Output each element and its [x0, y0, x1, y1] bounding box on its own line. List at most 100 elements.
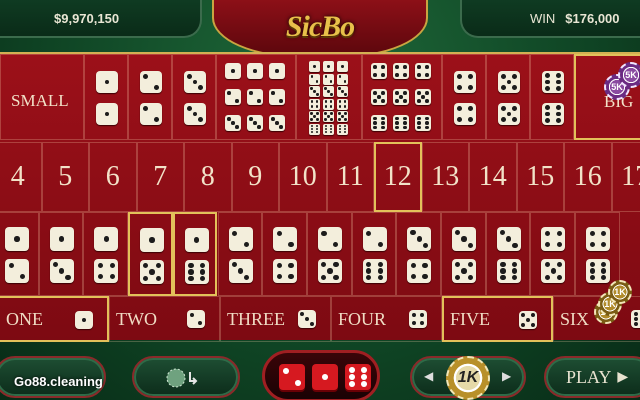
die-face-2 [228, 227, 253, 251]
die-face-4 [94, 259, 119, 283]
play-button[interactable]: PLAY ▶ [544, 356, 640, 398]
die-face-5 [323, 111, 334, 122]
total-bet-4[interactable]: 4 [0, 142, 42, 212]
pair-bet-1-2[interactable] [0, 212, 39, 296]
die-face-2 [187, 310, 205, 328]
total-bet-7[interactable]: 7 [136, 142, 184, 212]
die-face-6 [586, 259, 611, 283]
rebet-button[interactable] [132, 356, 240, 398]
die-face-1 [312, 364, 338, 390]
total-bet-10[interactable]: 10 [279, 142, 327, 212]
betting-board: SMALL BIG 4567891011121314151617 ONETWOT… [0, 52, 640, 342]
pair-bet-3-4[interactable] [396, 212, 441, 296]
double-bet-5[interactable] [486, 54, 530, 140]
die-face-3 [496, 227, 521, 251]
die-face-3 [247, 115, 263, 131]
triple-bets-right[interactable] [362, 54, 442, 140]
double-bet-2[interactable] [128, 54, 172, 140]
die-face-5 [519, 311, 537, 329]
single-bet-four[interactable]: FOUR [331, 296, 442, 342]
single-label: ONE [6, 308, 43, 329]
pair-bet-2-3[interactable] [217, 212, 263, 296]
triple-bets-left[interactable] [216, 54, 296, 140]
die-face-2 [269, 89, 285, 105]
die-face-4 [586, 227, 611, 251]
single-bet-five[interactable]: FIVE [442, 296, 553, 342]
die-face-2 [225, 89, 241, 105]
balance-amount: $9,970,150 [54, 10, 120, 26]
pair-bet-1-6[interactable] [172, 212, 218, 296]
die-face-4 [273, 259, 298, 283]
pair-bet-3-5[interactable] [441, 212, 486, 296]
pair-bet-1-3[interactable] [38, 212, 84, 296]
die-face-2 [337, 73, 348, 85]
die-face-2 [323, 73, 334, 85]
pair-bet-2-5[interactable] [306, 212, 352, 296]
die-face-6 [309, 123, 320, 135]
total-bet-17[interactable]: 17 [611, 142, 640, 212]
die-face-1 [184, 228, 209, 252]
chevron-left-icon[interactable]: ◀ [424, 369, 433, 384]
die-face-4 [415, 63, 431, 79]
total-bet-9[interactable]: 9 [231, 142, 279, 212]
total-bet-5[interactable]: 5 [41, 142, 89, 212]
total-bet-14[interactable]: 14 [469, 142, 517, 212]
die-face-3 [184, 103, 206, 125]
die-face-1 [247, 63, 263, 79]
die-face-5 [415, 89, 431, 105]
die-face-1 [96, 103, 118, 125]
double-bet-4[interactable] [442, 54, 486, 140]
total-bet-8[interactable]: 8 [184, 142, 232, 212]
total-bet-13[interactable]: 13 [421, 142, 469, 212]
double-bet-3[interactable] [172, 54, 216, 140]
pair-bet-4-5[interactable] [530, 212, 576, 296]
pair-bet-2-4[interactable] [262, 212, 307, 296]
pair-bet-3-6[interactable] [485, 212, 531, 296]
die-face-3 [337, 86, 348, 97]
die-face-2 [279, 364, 305, 390]
die-face-5 [309, 111, 320, 122]
balance-display: $9,970,150 [0, 0, 202, 38]
die-face-4 [454, 71, 476, 93]
die-face-3 [309, 86, 320, 97]
single-label: FIVE [450, 308, 490, 329]
die-face-1 [49, 227, 74, 251]
double-bet-1[interactable] [84, 54, 128, 140]
total-bet-15[interactable]: 15 [516, 142, 564, 212]
single-bet-one[interactable]: ONE [0, 296, 109, 342]
die-face-6 [337, 123, 348, 135]
die-face-4 [309, 98, 320, 110]
die-face-2 [5, 259, 29, 283]
die-face-1 [140, 228, 165, 252]
double-bet-6[interactable] [530, 54, 574, 140]
pair-bet-1-5[interactable] [128, 212, 173, 296]
total-bet-12[interactable]: 12 [374, 142, 422, 212]
die-face-1 [5, 227, 29, 251]
total-bet-11[interactable]: 11 [326, 142, 374, 212]
die-face-6 [184, 260, 209, 284]
die-face-2 [140, 103, 162, 125]
die-face-1 [337, 61, 348, 72]
die-face-6 [542, 71, 564, 93]
pair-bet-1-4[interactable] [83, 212, 129, 296]
die-face-6 [323, 123, 334, 135]
sicbo-table: $9,970,150 WIN $176,000 SicBo SMALL BIG … [0, 0, 640, 400]
die-face-1 [323, 61, 334, 72]
chip-selector[interactable]: ◀ 1K ▶ [410, 356, 526, 400]
single-label: THREE [227, 308, 285, 329]
chevron-right-icon[interactable]: ▶ [502, 369, 511, 384]
game-title: SicBo [285, 10, 355, 43]
die-face-4 [454, 103, 476, 125]
die-face-3 [228, 259, 253, 283]
any-triple-bet[interactable] [296, 54, 362, 140]
single-bet-two[interactable]: TWO [109, 296, 220, 342]
die-face-6 [393, 115, 409, 131]
pair-bet-2-6[interactable] [351, 212, 397, 296]
watermark: Go88.cleaning [14, 374, 103, 389]
total-bet-6[interactable]: 6 [89, 142, 137, 212]
die-face-6 [631, 310, 640, 328]
small-bet-area[interactable]: SMALL [0, 54, 84, 140]
total-bet-16[interactable]: 16 [564, 142, 612, 212]
die-face-5 [317, 259, 342, 283]
single-bet-three[interactable]: THREE [220, 296, 331, 342]
